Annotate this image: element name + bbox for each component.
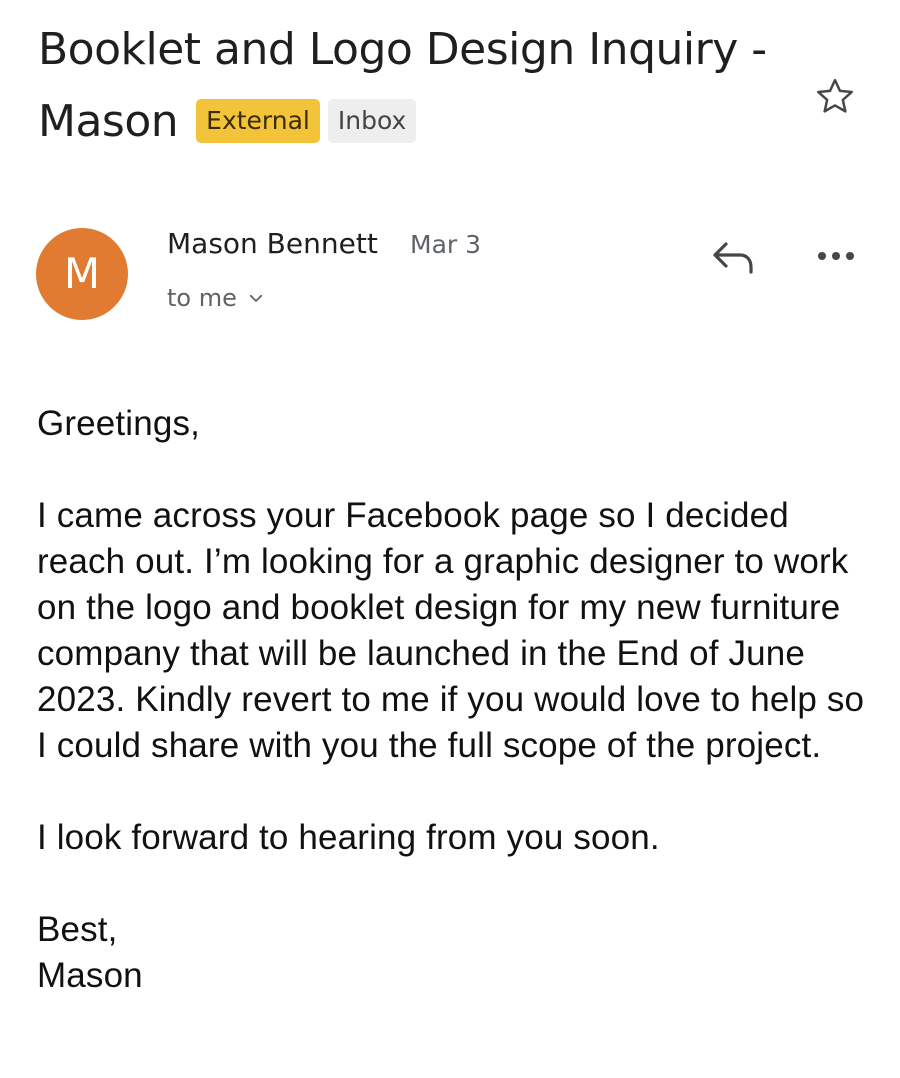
label-inbox[interactable]: Inbox [327,99,417,143]
star-icon[interactable] [812,74,858,120]
email-subject: Booklet and Logo Design Inquiry - Mason E… [38,14,778,158]
email-body: Greetings, I came across your Facebook p… [37,401,867,999]
recipients-label: to me [167,284,237,312]
body-greeting: Greetings, [37,404,200,443]
recipients-toggle[interactable]: to me [167,281,265,315]
sender-avatar[interactable]: M [36,228,128,320]
more-horizontal-icon [818,252,854,260]
body-closing-line: I look forward to hearing from you soon. [37,818,660,857]
chevron-down-icon [249,294,263,302]
more-options-button[interactable] [814,240,858,272]
body-paragraph: I came across your Facebook page so I de… [37,496,865,765]
sender-name[interactable]: Mason Bennett [167,226,378,262]
sent-date: Mar 3 [410,230,482,259]
reply-button[interactable] [708,236,758,276]
body-signature: Mason [37,956,143,995]
body-signoff: Best, [37,910,118,949]
reply-icon [713,242,753,274]
label-external[interactable]: External [196,99,320,143]
email-header: Booklet and Logo Design Inquiry - Mason E… [38,14,778,158]
